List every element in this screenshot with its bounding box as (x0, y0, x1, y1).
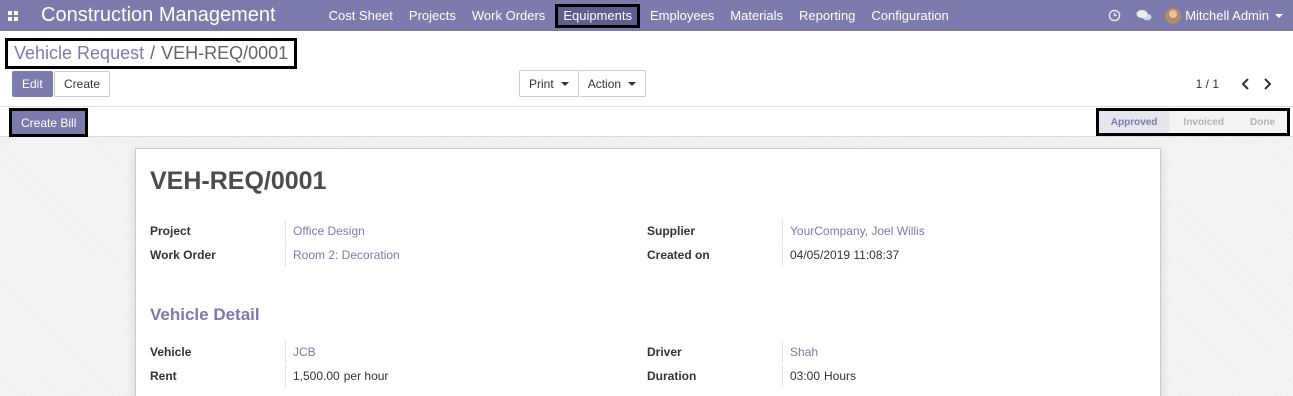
driver-field[interactable]: Shah (782, 341, 818, 363)
work-order-field[interactable]: Room 2: Decoration (285, 244, 400, 266)
action-dropdown-button[interactable]: Action (578, 70, 647, 97)
menu-item-equipments[interactable]: Equipments (555, 3, 640, 28)
record-title: VEH-REQ/0001 (150, 167, 327, 195)
duration-unit: Hours (824, 369, 857, 383)
top-navbar: Construction Management Cost Sheet Proje… (0, 0, 1293, 31)
menu-item-work-orders[interactable]: Work Orders (464, 0, 553, 31)
menu-item-materials[interactable]: Materials (722, 0, 791, 31)
rent-value: 1,500.00 (293, 369, 340, 383)
menu-item-projects[interactable]: Projects (401, 0, 464, 31)
vehicle-label: Vehicle (150, 345, 192, 359)
duration-label: Duration (647, 369, 697, 383)
duration-field[interactable]: 03:00 Hours (782, 365, 856, 387)
project-label: Project (150, 224, 191, 238)
created-on-field[interactable]: 04/05/2019 11:08:37 (782, 244, 899, 266)
print-dropdown-button[interactable]: Print (519, 70, 579, 97)
apps-menu-icon[interactable] (0, 0, 26, 31)
caret-down-icon (560, 81, 569, 86)
pager: 1 / 1 (1196, 76, 1275, 92)
messaging-chat-icon[interactable] (1129, 9, 1159, 22)
rent-field[interactable]: 1,500.00 per hour (285, 365, 388, 387)
menu-item-reporting[interactable]: Reporting (791, 0, 863, 31)
menu-item-configuration[interactable]: Configuration (863, 0, 956, 31)
stage-invoiced[interactable]: Invoiced (1169, 111, 1236, 133)
menu-item-cost-sheet[interactable]: Cost Sheet (321, 0, 401, 31)
supplier-field[interactable]: YourCompany, Joel Willis (782, 220, 925, 242)
pager-value[interactable]: 1 / 1 (1196, 77, 1219, 91)
user-avatar (1165, 7, 1182, 24)
main-menu: Cost Sheet Projects Work Orders Equipmen… (321, 0, 957, 31)
rent-unit: per hour (343, 369, 389, 383)
user-name: Mitchell Admin (1185, 8, 1269, 23)
menu-item-employees[interactable]: Employees (642, 0, 722, 31)
breadcrumb-parent-link[interactable]: Vehicle Request (14, 43, 144, 64)
create-bill-button[interactable]: Create Bill (12, 111, 86, 134)
navbar-systray: Mitchell Admin (1099, 0, 1293, 31)
chevron-right-icon[interactable] (1259, 76, 1275, 92)
create-bill-wrapper: Create Bill (9, 108, 89, 137)
rent-label: Rent (150, 369, 177, 383)
created-on-label: Created on (647, 248, 710, 262)
user-menu[interactable]: Mitchell Admin (1165, 7, 1283, 24)
breadcrumb: Vehicle Request / VEH-REQ/0001 (5, 38, 298, 69)
breadcrumb-separator: / (150, 43, 156, 63)
create-button[interactable]: Create (54, 71, 111, 97)
action-label: Action (587, 76, 622, 91)
vehicle-field[interactable]: JCB (285, 341, 316, 363)
edit-button[interactable]: Edit (12, 71, 53, 97)
work-order-label: Work Order (150, 248, 216, 262)
status-stages: Approved Invoiced Done (1095, 108, 1290, 136)
sidebar-actions: Print Action (519, 70, 647, 97)
chevron-down-icon (1275, 13, 1283, 18)
project-field[interactable]: Office Design (285, 220, 365, 242)
duration-value: 03:00 (790, 369, 821, 383)
stage-done[interactable]: Done (1236, 111, 1287, 133)
supplier-label: Supplier (647, 224, 696, 238)
breadcrumb-current: VEH-REQ/0001 (161, 43, 289, 63)
form-sheet: VEH-REQ/0001 Project Office Design Work … (135, 148, 1161, 396)
stage-approved[interactable]: Approved (1098, 111, 1170, 133)
activity-clock-icon[interactable] (1099, 9, 1129, 22)
app-brand[interactable]: Construction Management (41, 4, 276, 27)
form-statusbar: Create Bill Approved Invoiced Done (0, 106, 1293, 137)
chevron-left-icon[interactable] (1237, 76, 1253, 92)
vehicle-detail-heading: Vehicle Detail (150, 305, 260, 324)
driver-label: Driver (647, 345, 682, 359)
caret-down-icon (628, 81, 637, 86)
print-label: Print (529, 76, 554, 91)
